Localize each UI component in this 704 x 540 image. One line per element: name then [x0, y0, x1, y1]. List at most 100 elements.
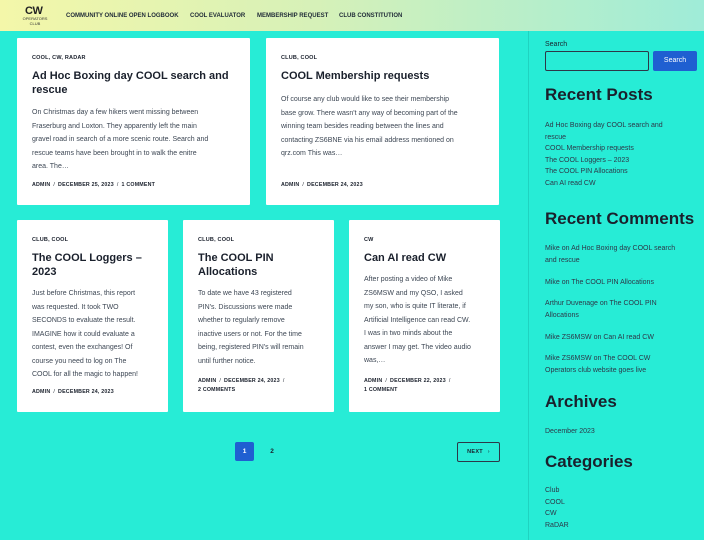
post-title[interactable]: Ad Hoc Boxing day COOL search and rescue: [32, 69, 229, 97]
post-card: CLUB, COOL COOL Membership requests Of c…: [266, 38, 499, 205]
recent-comment[interactable]: Arthur Duvenage on The COOL PIN Allocati…: [545, 298, 697, 321]
recent-post-link[interactable]: The COOL PIN Allocations: [545, 166, 628, 178]
recent-comments-heading: Recent Comments: [545, 209, 695, 228]
comment-line[interactable]: Operators club website goes live: [545, 365, 697, 377]
post-categories[interactable]: CW: [364, 237, 374, 243]
post-excerpt: To date we have 43 registered PIN's. Dis…: [198, 287, 332, 368]
post-title[interactable]: COOL Membership requests: [281, 69, 429, 83]
excerpt-line: IMAGINE how it could evaluate a: [32, 330, 135, 338]
post-title-line[interactable]: Ad Hoc Boxing day COOL search and: [32, 69, 229, 83]
comment-line[interactable]: Arthur Duvenage on The COOL PIN: [545, 298, 697, 310]
post-title-line[interactable]: Allocations: [198, 265, 274, 279]
post-date[interactable]: DECEMBER 25, 2023: [58, 182, 114, 188]
comment-line[interactable]: Mike ZS6MSW on The COOL CW: [545, 353, 697, 365]
page-1-button[interactable]: 1: [235, 442, 254, 461]
nav-community-online-open-logbook[interactable]: COMMUNITY ONLINE OPEN LOGBOOK: [66, 13, 179, 19]
post-title[interactable]: The COOL Loggers – 2023: [32, 251, 142, 279]
search-button[interactable]: Search: [653, 51, 697, 71]
excerpt-line: was,…: [364, 357, 386, 364]
comment-line[interactable]: Mike on Ad Hoc Boxing day COOL search: [545, 243, 697, 255]
post-categories[interactable]: CLUB, COOL: [281, 55, 317, 61]
excerpt-line: until further notice.: [198, 357, 256, 365]
post-author[interactable]: ADMIN: [364, 378, 382, 384]
recent-comment[interactable]: Mike on The COOL PIN Allocations: [545, 277, 697, 289]
post-title-line[interactable]: 2023: [32, 265, 142, 279]
post-title-line[interactable]: The COOL Loggers –: [32, 251, 142, 265]
post-date[interactable]: DECEMBER 24, 2023: [307, 182, 363, 188]
excerpt-line: Fraserburg and Loxton. They apparently l…: [32, 122, 197, 130]
post-author[interactable]: ADMIN: [32, 389, 50, 395]
next-page-button[interactable]: NEXT ›: [457, 442, 500, 462]
nav-club-constitution[interactable]: CLUB CONSTITUTION: [339, 13, 402, 19]
site-logo[interactable]: CW OPERATORS CLUB: [18, 5, 50, 27]
category-link[interactable]: Club: [545, 485, 559, 497]
post-excerpt: Just before Christmas, this report was r…: [32, 287, 166, 382]
logo-subtext: OPERATORS CLUB: [18, 16, 52, 26]
post-card: CW Can AI read CW After posting a video …: [349, 220, 500, 412]
excerpt-line: was requested. It took TWO: [32, 303, 119, 311]
post-date[interactable]: DECEMBER 24, 2023: [58, 389, 114, 395]
excerpt-line: gravel road in search of a more scenic r…: [32, 136, 209, 143]
post-categories[interactable]: CLUB, COOL: [32, 237, 68, 243]
page-2-link[interactable]: 2: [265, 442, 279, 461]
comment-line[interactable]: Mike on The COOL PIN Allocations: [545, 277, 697, 289]
post-date[interactable]: DECEMBER 22, 2023: [390, 378, 446, 384]
post-title-line[interactable]: rescue: [32, 83, 229, 97]
recent-post-link[interactable]: COOL Membership requests: [545, 143, 634, 155]
post-categories[interactable]: COOL, CW, RADAR: [32, 55, 86, 61]
post-date[interactable]: DECEMBER 24, 2023: [224, 378, 280, 384]
comment-line[interactable]: Allocations: [545, 310, 697, 322]
excerpt-line: After posting a video of Mike: [364, 276, 453, 283]
post-title-line[interactable]: The COOL PIN: [198, 251, 274, 265]
site-header: CW OPERATORS CLUB COMMUNITY ONLINE OPEN …: [0, 0, 704, 31]
post-author[interactable]: ADMIN: [198, 378, 216, 384]
post-title[interactable]: The COOL PIN Allocations: [198, 251, 274, 279]
archive-link[interactable]: December 2023: [545, 426, 595, 438]
excerpt-line: Artificial Intelligence can read CW.: [364, 316, 471, 324]
post-card: COOL, CW, RADAR Ad Hoc Boxing day COOL s…: [17, 38, 250, 205]
post-comments[interactable]: 1 COMMENT: [364, 387, 398, 393]
nav-cool-evaluator[interactable]: COOL EVALUATOR: [190, 13, 245, 19]
post-comments[interactable]: 1 COMMENT: [122, 182, 156, 188]
comment-line[interactable]: and rescue: [545, 255, 697, 267]
post-excerpt: After posting a video of Mike ZS6MSW and…: [364, 273, 498, 368]
post-meta: ADMIN / DECEMBER 22, 2023/ 1 COMMENT: [364, 378, 451, 393]
excerpt-line: whether to regularly remove: [198, 317, 285, 324]
recent-comment[interactable]: Mike on Ad Hoc Boxing day COOL search an…: [545, 243, 697, 266]
categories-heading: Categories: [545, 452, 633, 471]
excerpt-line: qrz.com This was…: [281, 150, 343, 157]
excerpt-line: I was in two minds about the: [364, 330, 453, 337]
post-title[interactable]: Can AI read CW: [364, 251, 446, 265]
comment-line[interactable]: Mike ZS6MSW on Can AI read CW: [545, 332, 697, 344]
recent-post-link[interactable]: The COOL Loggers – 2023: [545, 155, 629, 167]
excerpt-line: To date we have 43 registered: [198, 290, 292, 297]
post-card: CLUB, COOL The COOL PIN Allocations To d…: [183, 220, 334, 412]
recent-post-link[interactable]: Ad Hoc Boxing day COOL search and: [545, 120, 663, 132]
excerpt-line: base grow. There wasn't any way of becom…: [281, 109, 458, 117]
post-author[interactable]: ADMIN: [32, 182, 50, 188]
search-label: Search: [545, 41, 568, 48]
excerpt-line: COOL for all the magic to happen!: [32, 371, 138, 378]
excerpt-line: inactive users or not. For the time: [198, 330, 302, 338]
post-title-line[interactable]: Can AI read CW: [364, 251, 446, 265]
search-input[interactable]: [545, 51, 649, 71]
chevron-right-icon: ›: [487, 449, 490, 455]
recent-post-link[interactable]: Can AI read CW: [545, 178, 596, 190]
post-author[interactable]: ADMIN: [281, 182, 299, 188]
nav-membership-request[interactable]: MEMBERSHIP REQUEST: [257, 13, 328, 19]
post-title-line[interactable]: COOL Membership requests: [281, 69, 429, 83]
category-link[interactable]: CW: [545, 508, 557, 520]
post-excerpt: On Christmas day a few hikers went missi…: [32, 106, 247, 174]
category-link[interactable]: COOL: [545, 497, 565, 509]
recent-comment[interactable]: Mike ZS6MSW on The COOL CW Operators clu…: [545, 353, 697, 376]
excerpt-line: winning team besides reading between the…: [281, 123, 444, 130]
logo-sub-line: CLUB: [29, 21, 41, 26]
post-categories[interactable]: CLUB, COOL: [198, 237, 234, 243]
recent-comment[interactable]: Mike ZS6MSW on Can AI read CW: [545, 332, 697, 344]
post-meta: ADMIN / DECEMBER 25, 2023/1 COMMENT: [32, 182, 156, 188]
recent-post-link[interactable]: rescue: [545, 132, 566, 144]
excerpt-line: my son, who is quite IT literate, if: [364, 303, 466, 310]
post-comments[interactable]: 2 COMMENTS: [198, 387, 235, 393]
post-meta: ADMIN / DECEMBER 24, 2023/ 2 COMMENTS: [198, 378, 285, 393]
category-link[interactable]: RaDAR: [545, 520, 569, 532]
